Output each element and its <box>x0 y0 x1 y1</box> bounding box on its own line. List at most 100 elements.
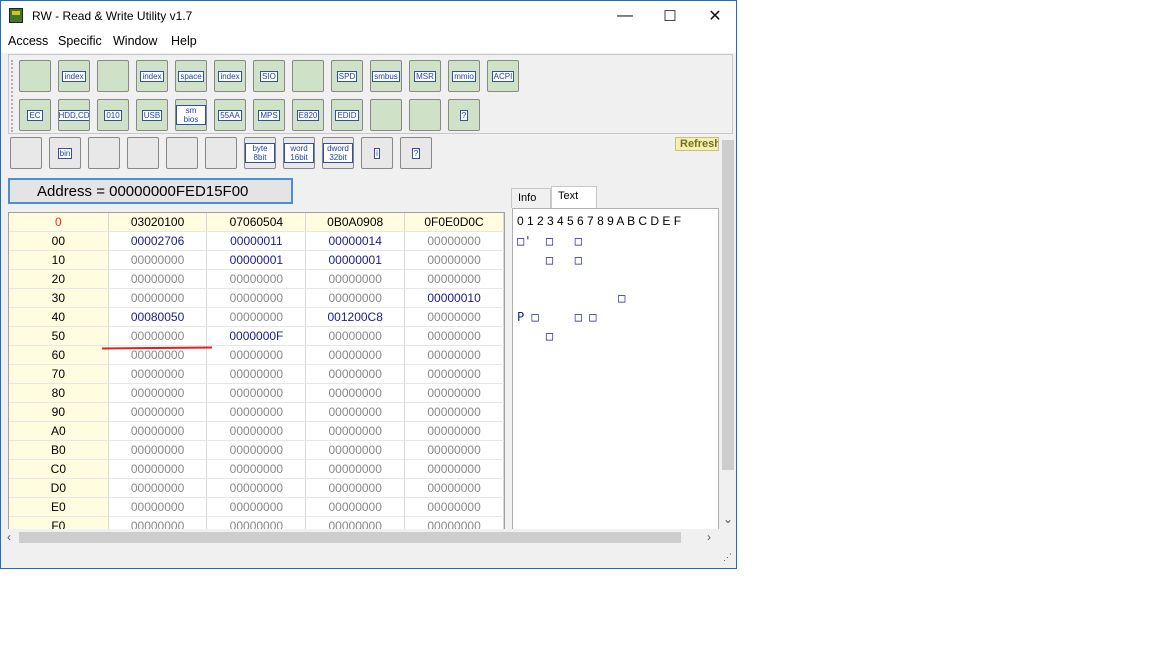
grid-cell[interactable]: 00000000 <box>206 345 307 365</box>
ec-icon[interactable]: EC <box>19 99 51 131</box>
tab-text[interactable]: Text <box>551 186 597 208</box>
grid-cell[interactable]: 00000000 <box>108 459 208 479</box>
text-panel[interactable]: 0 1 2 3 4 5 6 7 8 9 A B C D E F □' □ □ □… <box>512 208 719 530</box>
tab-info[interactable]: Info <box>511 188 551 208</box>
grid-cell[interactable]: 00000000 <box>305 402 406 422</box>
grid-cell[interactable]: 00002706 <box>108 231 208 251</box>
dword-32bit-icon[interactable]: dword 32bit <box>322 137 354 169</box>
grid-cell[interactable]: 00000000 <box>404 326 504 346</box>
sio-icon[interactable]: SIO <box>253 60 285 92</box>
mps-icon[interactable]: MPS <box>253 99 285 131</box>
menu-specific[interactable]: Specific <box>58 34 102 48</box>
grid-cell[interactable]: 00000000 <box>404 497 504 517</box>
io-space-icon[interactable]: space <box>175 60 207 92</box>
horizontal-scroll-thumb[interactable] <box>19 532 681 543</box>
grid-cell[interactable]: 00000000 <box>305 478 406 498</box>
grid-cell[interactable]: 00000000 <box>305 326 406 346</box>
grid-cell[interactable]: 00000001 <box>206 250 307 270</box>
byte-8bit-icon[interactable]: byte 8bit <box>244 137 276 169</box>
grid-cell[interactable]: 00000000 <box>305 459 406 479</box>
grid-cell[interactable]: 00000000 <box>206 307 307 327</box>
disk-010-icon[interactable]: 010 <box>97 99 129 131</box>
grid-cell[interactable]: 00000000 <box>108 364 208 384</box>
help-icon[interactable]: ? <box>400 137 432 169</box>
spd-icon[interactable]: SPD <box>331 60 363 92</box>
grid-cell[interactable]: 00000000 <box>305 440 406 460</box>
grid-cell[interactable]: 00080050 <box>108 307 208 327</box>
minimize-button[interactable]: — <box>602 1 648 31</box>
grid-cell[interactable]: 0000000F <box>206 326 307 346</box>
rom-55aa-icon[interactable]: 55AA <box>214 99 246 131</box>
command-icon[interactable] <box>370 99 402 131</box>
grid-cell[interactable]: 00000000 <box>305 364 406 384</box>
grid-cell[interactable]: 00000000 <box>305 269 406 289</box>
grid-cell[interactable]: 00000000 <box>404 383 504 403</box>
grid-cell[interactable]: 00000000 <box>108 383 208 403</box>
grid-cell[interactable]: 00000000 <box>206 459 307 479</box>
edid-icon[interactable]: EDID <box>331 99 363 131</box>
grid-cell[interactable]: 00000000 <box>206 402 307 422</box>
vertical-scroll-thumb[interactable] <box>722 140 734 470</box>
grid-cell[interactable]: 00000000 <box>108 326 208 346</box>
grid-cell[interactable]: 00000000 <box>404 402 504 422</box>
grid-cell[interactable]: 00000000 <box>404 231 504 251</box>
hdd-cd-icon[interactable]: HDD,CD <box>58 99 90 131</box>
grid-cell[interactable]: 00000000 <box>108 402 208 422</box>
grid-cell[interactable]: 00000000 <box>404 421 504 441</box>
grid-cell[interactable]: 00000000 <box>305 421 406 441</box>
grid-cell[interactable]: 00000000 <box>108 288 208 308</box>
menu-access[interactable]: Access <box>8 34 48 48</box>
grid-cell[interactable]: 00000000 <box>108 478 208 498</box>
grid-cell[interactable]: 00000000 <box>206 497 307 517</box>
address-field[interactable]: Address = 00000000FED15F00 <box>8 178 293 204</box>
memory-icon[interactable] <box>97 60 129 92</box>
grid-cell[interactable]: 00000000 <box>404 345 504 365</box>
close-button[interactable]: ✕ <box>692 1 738 31</box>
refresh-button[interactable]: Refresh <box>675 137 719 151</box>
grid-cell[interactable]: 00000000 <box>404 307 504 327</box>
grid-cell[interactable]: 00000000 <box>305 516 406 529</box>
acpi-icon[interactable]: ACPI <box>487 60 519 92</box>
io-index-icon[interactable]: index <box>214 60 246 92</box>
grid-cell[interactable]: 00000000 <box>108 440 208 460</box>
pci-icon[interactable] <box>19 60 51 92</box>
grid-cell[interactable]: 00000000 <box>108 497 208 517</box>
load-icon[interactable] <box>88 137 120 169</box>
grid-cell[interactable]: 00000001 <box>305 250 406 270</box>
find-icon[interactable] <box>166 137 198 169</box>
save-icon[interactable] <box>10 137 42 169</box>
vertical-scrollbar[interactable]: ⌄ <box>720 140 736 528</box>
mmio-icon[interactable]: mmio <box>448 60 480 92</box>
grid-cell[interactable]: 00000000 <box>305 497 406 517</box>
grid-cell[interactable]: 00000000 <box>206 516 307 529</box>
grid-cell[interactable]: 001200C8 <box>305 307 406 327</box>
grid-cell[interactable]: 00000000 <box>404 440 504 460</box>
battery-icon[interactable] <box>409 99 441 131</box>
oscilloscope-icon[interactable] <box>292 60 324 92</box>
info-icon[interactable]: i <box>361 137 393 169</box>
toolbar-grip[interactable] <box>11 60 17 132</box>
grid-cell[interactable]: 00000000 <box>206 440 307 460</box>
grid-cell[interactable]: 00000000 <box>206 269 307 289</box>
help-icon[interactable]: ? <box>448 99 480 131</box>
grid-cell[interactable]: 00000000 <box>108 421 208 441</box>
grid-cell[interactable]: 00000010 <box>404 288 504 308</box>
grid-cell[interactable]: 00000000 <box>206 421 307 441</box>
grid-cell[interactable]: 00000011 <box>206 231 307 251</box>
msr-icon[interactable]: MSR <box>409 60 441 92</box>
maximize-button[interactable]: ☐ <box>647 1 693 31</box>
grid-cell[interactable]: 00000000 <box>305 288 406 308</box>
usb-icon[interactable]: USB <box>136 99 168 131</box>
grid-cell[interactable]: 00000000 <box>404 459 504 479</box>
grid-cell[interactable]: 00000000 <box>206 383 307 403</box>
grid-cell[interactable]: 00000000 <box>404 364 504 384</box>
menu-help[interactable]: Help <box>171 34 197 48</box>
grid-cell[interactable]: 00000000 <box>206 478 307 498</box>
grid-cell[interactable]: 00000000 <box>404 250 504 270</box>
word-16bit-icon[interactable]: word 16bit <box>283 137 315 169</box>
grid-cell[interactable]: 00000000 <box>108 516 208 529</box>
scroll-right-icon[interactable]: › <box>707 530 711 544</box>
save-bin-icon[interactable]: bin <box>49 137 81 169</box>
e820-icon[interactable]: E820 <box>292 99 324 131</box>
grid-cell[interactable]: 00000000 <box>108 250 208 270</box>
